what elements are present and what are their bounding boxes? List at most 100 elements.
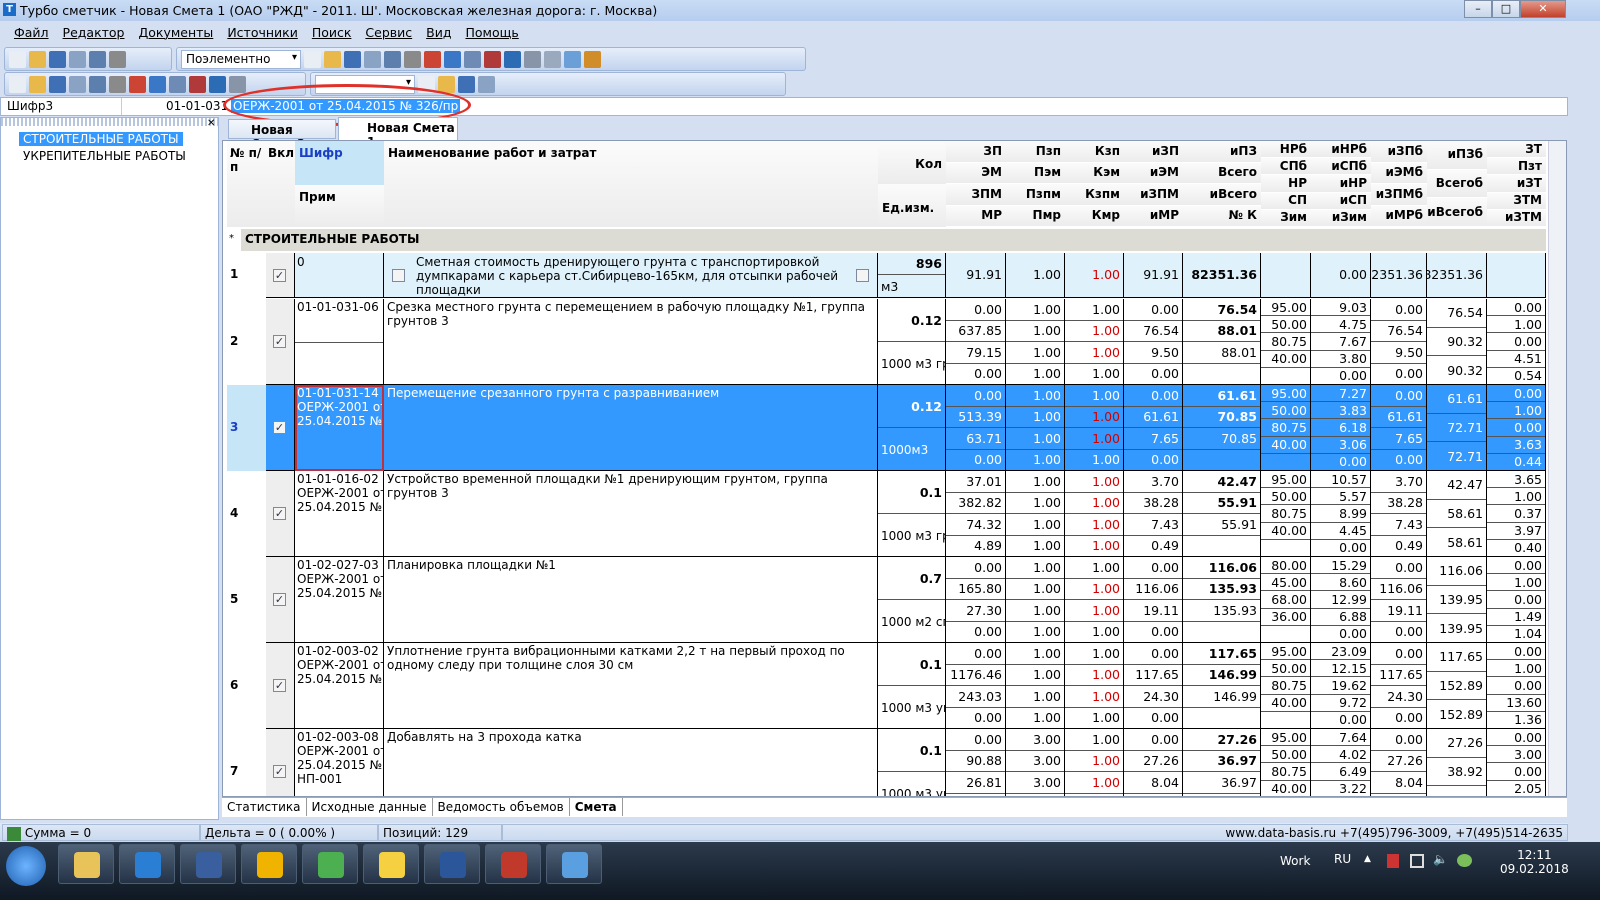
value-cell[interactable]: 7.64 4.02 6.49 3.22 xyxy=(1311,729,1371,796)
taskbar-app[interactable] xyxy=(363,844,419,884)
include-checkbox[interactable]: ✓ xyxy=(273,679,286,692)
value-cell[interactable]: 117.65 146.99 146.99 xyxy=(1183,643,1261,729)
value-cell[interactable] xyxy=(1487,253,1546,298)
value-cell[interactable]: 9.03 4.75 7.67 3.80 0.00 xyxy=(1311,299,1371,385)
value-cell[interactable]: 116.06 139.95 139.95 xyxy=(1427,557,1487,643)
tab-source-data[interactable]: Исходные данные xyxy=(307,798,433,816)
row-code[interactable]: 01-02-003-08 ОЕРЖ-2001 от 25.04.2015 № НП-0… xyxy=(295,729,384,796)
network-icon[interactable] xyxy=(1410,854,1424,868)
row-name[interactable]: Планировка площадки №1 xyxy=(384,557,878,643)
value-cell[interactable]: 23.09 12.15 19.62 9.72 0.00 xyxy=(1311,643,1371,729)
include-checkbox[interactable]: ✓ xyxy=(273,421,286,434)
preview-icon[interactable] xyxy=(89,50,106,68)
header-col[interactable]: Пзпм xyxy=(1006,184,1065,206)
value-cell[interactable]: 1.00 1.00 1.00 1.00 xyxy=(1006,643,1065,729)
header-vkl[interactable]: Вкл xyxy=(266,141,295,227)
taskbar-app[interactable] xyxy=(424,844,480,884)
row-name[interactable]: Сметная стоимость дренирующего грунта с … xyxy=(384,253,878,298)
sync-icon[interactable] xyxy=(1457,854,1472,867)
header-col[interactable]: ЗПМ xyxy=(946,184,1006,206)
header-col[interactable]: ЗП xyxy=(946,141,1006,163)
row-qty[interactable]: 0.1 1000 м3 уп. xyxy=(878,643,946,729)
value-cell[interactable]: 116.06 135.93 135.93 xyxy=(1183,557,1261,643)
row-name[interactable]: Устройство временной площадки №1 дрениру… xyxy=(384,471,878,557)
name-checkbox-left[interactable] xyxy=(392,269,405,282)
header-col[interactable]: иВсегоб xyxy=(1427,198,1487,227)
header-col[interactable]: Кэм xyxy=(1065,162,1124,184)
header-col[interactable]: СП xyxy=(1261,192,1311,210)
redo-icon[interactable] xyxy=(344,50,361,68)
header-col[interactable]: Зим xyxy=(1261,209,1311,227)
tab-estimate[interactable]: Смета xyxy=(570,798,623,816)
value-cell[interactable]: 10.57 5.57 8.99 4.45 0.00 xyxy=(1311,471,1371,557)
value-cell[interactable]: 82351.36 xyxy=(1427,253,1487,298)
menu-sources[interactable]: Источники xyxy=(220,22,305,40)
value-cell[interactable]: 0.00 116.06 19.11 0.00 xyxy=(1371,557,1427,643)
header-col[interactable]: иЗПб xyxy=(1371,141,1427,163)
value-cell[interactable]: 1.00 1.00 1.00 1.00 xyxy=(1065,471,1124,557)
include-checkbox[interactable]: ✓ xyxy=(273,269,286,282)
row-number[interactable]: 2 xyxy=(227,299,266,385)
header-kol[interactable]: Кол xyxy=(878,141,946,184)
row-code[interactable]: 01-01-031-14 ОЕРЖ-2001 от 25.04.2015 № xyxy=(295,385,384,471)
row-number[interactable]: 3 xyxy=(227,385,266,471)
header-col[interactable]: НР xyxy=(1261,175,1311,193)
value-cell[interactable]: 80.00 45.00 68.00 36.00 xyxy=(1261,557,1311,643)
header-col[interactable]: ЗТМ xyxy=(1487,192,1546,210)
header-col[interactable]: иЗим xyxy=(1311,209,1371,227)
value-cell[interactable] xyxy=(1261,253,1311,298)
header-col[interactable]: иЗТ xyxy=(1487,175,1546,193)
row-qty[interactable]: 0.7 1000 м2 сп. xyxy=(878,557,946,643)
indent-icon[interactable] xyxy=(544,50,561,68)
value-cell[interactable]: 3.70 38.28 7.43 0.49 xyxy=(1371,471,1427,557)
taskbar-app[interactable] xyxy=(302,844,358,884)
edit-icon[interactable] xyxy=(9,75,26,93)
taskbar-app[interactable] xyxy=(119,844,175,884)
row-name[interactable]: Добавлять на 3 прохода катка xyxy=(384,729,878,796)
value-cell[interactable]: 0.00 637.85 79.15 0.00 xyxy=(946,299,1006,385)
header-col[interactable]: иЭМ xyxy=(1124,162,1183,184)
start-button[interactable] xyxy=(6,846,46,886)
header-col[interactable]: иЭМб xyxy=(1371,162,1427,184)
header-col[interactable]: иПЗ xyxy=(1183,141,1261,163)
header-col[interactable]: иПЗб xyxy=(1427,141,1487,170)
language-indicator[interactable]: RU xyxy=(1334,852,1351,866)
row-name[interactable]: Уплотнение грунта вибрационными катками … xyxy=(384,643,878,729)
header-col[interactable]: Всегоб xyxy=(1427,169,1487,199)
header-col[interactable]: иВсего xyxy=(1183,184,1261,206)
value-cell[interactable]: 0.00 116.06 19.11 0.00 xyxy=(1124,557,1183,643)
delete-icon[interactable] xyxy=(524,50,541,68)
value-cell[interactable]: 0.00 90.88 26.81 xyxy=(946,729,1006,796)
include-checkbox[interactable]: ✓ xyxy=(273,335,286,348)
row-code[interactable]: 01-01-016-02 ОЕРЖ-2001 от 25.04.2015 № xyxy=(295,471,384,557)
save-icon[interactable] xyxy=(49,50,66,68)
phi-icon[interactable] xyxy=(564,50,581,68)
value-cell[interactable]: 3.70 38.28 7.43 0.49 xyxy=(1124,471,1183,557)
value-cell[interactable]: 0.00 61.61 7.65 0.00 xyxy=(1124,385,1183,471)
include-checkbox[interactable]: ✓ xyxy=(273,593,286,606)
language-bar[interactable]: Work xyxy=(1280,854,1310,868)
header-col[interactable]: Пзт xyxy=(1487,158,1546,176)
value-cell[interactable]: 0.00 27.26 8.04 xyxy=(1124,729,1183,796)
wrench-icon[interactable] xyxy=(424,50,441,68)
open-icon[interactable] xyxy=(29,50,46,68)
row-qty[interactable]: 0.1 1000 м3 гру xyxy=(878,471,946,557)
value-cell[interactable]: 61.61 72.71 72.71 xyxy=(1427,385,1487,471)
section-row[interactable]: СТРОИТЕЛЬНЫЕ РАБОТЫ xyxy=(241,229,1546,251)
taskbar-app[interactable] xyxy=(180,844,236,884)
value-cell[interactable]: 91.91 xyxy=(946,253,1006,298)
header-col[interactable]: иМРб xyxy=(1371,205,1427,227)
funnel-icon[interactable] xyxy=(478,75,495,93)
value-cell[interactable]: 7.27 3.83 6.18 3.06 0.00 xyxy=(1311,385,1371,471)
tab-new-estimate-1[interactable]: Новая Смета 1 xyxy=(338,117,458,149)
print-icon[interactable] xyxy=(109,50,126,68)
header-name[interactable]: Наименование работ и затрат xyxy=(384,141,878,227)
value-cell[interactable]: 1.00 1.00 1.00 1.00 xyxy=(1065,643,1124,729)
row-code[interactable]: 01-02-003-02 ОЕРЖ-2001 от 25.04.2015 № xyxy=(295,643,384,729)
menu-search[interactable]: Поиск xyxy=(305,22,359,40)
value-cell[interactable]: 0.00 513.39 63.71 0.00 xyxy=(946,385,1006,471)
header-col[interactable]: ЗТ xyxy=(1487,141,1546,159)
vertical-scrollbar[interactable] xyxy=(1548,141,1566,796)
show-hidden-icons[interactable]: ▲ xyxy=(1364,854,1371,864)
value-cell[interactable]: 1.00 1.00 1.00 xyxy=(1065,729,1124,796)
